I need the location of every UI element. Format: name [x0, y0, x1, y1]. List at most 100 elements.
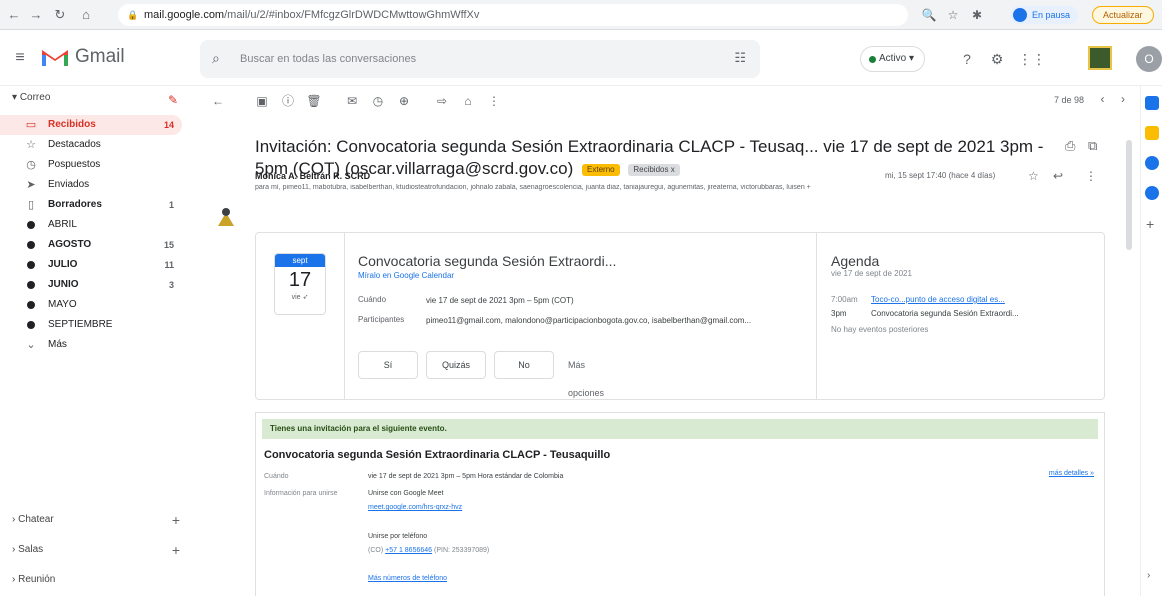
event-title: Convocatoria segunda Sesión Extraordi...: [358, 253, 617, 269]
gmail-header: ≡ Gmail ⌕ ☷ Activo ▾ ? ⚙ ⋮⋮ O: [0, 30, 1162, 86]
compose-pencil-icon[interactable]: ✎: [168, 90, 178, 110]
chat-section-header[interactable]: › Chatear +: [0, 510, 190, 530]
sidebar-item-label-junio[interactable]: JUNIO 3: [0, 275, 182, 295]
sidebar-item-snoozed[interactable]: ◷ Pospuestos: [0, 155, 182, 175]
rsvp-yes-button[interactable]: Sí: [358, 351, 418, 379]
sidebar-item-drafts[interactable]: ▯ Borradores 1: [0, 195, 182, 215]
zoom-icon[interactable]: 🔍: [920, 6, 938, 24]
url-path: /mail/u/2/#inbox/FMfcgzGlrDWDCMwttowGhmW…: [224, 9, 480, 21]
keep-app-icon[interactable]: [1145, 126, 1159, 140]
settings-gear-icon[interactable]: ⚙: [986, 48, 1008, 70]
agenda-row[interactable]: 7:00am Toco-co...punto de acceso digital …: [831, 295, 1005, 304]
add-addon-icon[interactable]: +: [1146, 216, 1154, 232]
label-dot-icon: [24, 295, 38, 316]
rooms-section-label: Salas: [18, 544, 44, 555]
star-icon[interactable]: ☆: [1028, 169, 1039, 183]
update-button[interactable]: Actualizar: [1092, 6, 1154, 24]
sidebar-item-label-septiembre[interactable]: SEPTIEMBRE: [0, 315, 182, 335]
add-to-tasks-icon[interactable]: ⊕: [395, 92, 413, 110]
mail-section-label: Correo: [19, 92, 51, 103]
draft-count: 1: [168, 200, 174, 210]
rooms-section-header[interactable]: › Salas +: [0, 540, 190, 560]
agenda-empty-note: No hay eventos posteriores: [831, 325, 929, 334]
back-icon[interactable]: ←: [4, 5, 24, 25]
rsvp-maybe-button[interactable]: Quizás: [426, 351, 486, 379]
expand-panel-icon[interactable]: ›: [1147, 570, 1150, 581]
meet-link[interactable]: meet.google.com/hrs-qrxz-hvz: [368, 504, 462, 511]
sender-avatar[interactable]: [215, 206, 237, 228]
divider: [816, 233, 817, 399]
add-chat-icon[interactable]: +: [172, 510, 180, 530]
phone-number-link[interactable]: +57 1 8656646: [385, 547, 432, 554]
calendar-day: 17: [288, 269, 312, 291]
invite-when-label: Cuándo: [264, 473, 289, 480]
view-in-calendar-link[interactable]: Míralo en Google Calendar: [358, 271, 454, 280]
mark-unread-icon[interactable]: ✉: [343, 92, 361, 110]
delete-icon[interactable]: 🗑: [305, 92, 323, 110]
move-to-icon[interactable]: ⇨: [433, 92, 451, 110]
meeting-section-header[interactable]: › Reunión: [0, 570, 190, 590]
add-room-icon[interactable]: +: [172, 540, 180, 560]
label-dot-icon: [24, 235, 38, 256]
sender-name[interactable]: Mónica A. Beltrán R. SCRD: [255, 171, 370, 181]
sidebar-item-label-agosto[interactable]: AGOSTO 15: [0, 235, 182, 255]
organization-logo[interactable]: [1088, 46, 1112, 70]
mail-section-header[interactable]: ▾ Correo ✎: [0, 88, 190, 108]
recipient-list[interactable]: para mí, pimeo11, mabotubra, isabelberth…: [255, 184, 1055, 191]
inbox-label-chip[interactable]: Recibidos x: [628, 163, 680, 176]
extension-icon[interactable]: ✱: [968, 6, 986, 24]
more-details-link[interactable]: más detalles »: [1049, 470, 1094, 477]
home-icon[interactable]: ⌂: [76, 5, 96, 25]
calendar-app-icon[interactable]: [1145, 96, 1159, 110]
search-input[interactable]: [240, 40, 700, 78]
search-options-icon[interactable]: ☷: [734, 50, 746, 66]
print-icon[interactable]: ⎙: [1065, 138, 1075, 154]
open-new-window-icon[interactable]: ⧉: [1088, 138, 1097, 154]
sidebar-item-starred[interactable]: ☆ Destacados: [0, 135, 182, 155]
sidebar-item-label: ABRIL: [48, 219, 77, 230]
agenda-row[interactable]: 3pm Convocatoria segunda Sesión Extraordi…: [831, 309, 1019, 318]
star-icon: ☆: [26, 139, 36, 151]
more-phone-numbers-link[interactable]: Más números de teléfono: [368, 575, 447, 582]
tasks-app-icon[interactable]: [1145, 156, 1159, 170]
when-value: vie 17 de sept de 2021 3pm – 5pm (COT): [426, 296, 574, 305]
sidebar-item-more[interactable]: ⌄ Más: [0, 335, 182, 355]
sidebar-item-inbox[interactable]: ▭ Recibidos 14: [0, 115, 182, 135]
rsvp-more-options[interactable]: Más opciones: [568, 351, 604, 398]
more-actions-icon[interactable]: ⋮: [485, 92, 503, 110]
report-spam-icon[interactable]: ⓘ: [279, 92, 297, 110]
apps-grid-icon[interactable]: ⋮⋮: [1018, 48, 1046, 70]
sidebar-item-label-mayo[interactable]: MAYO: [0, 295, 182, 315]
invitation-title: Convocatoria segunda Sesión Extraordinar…: [264, 449, 611, 461]
chevron-left-icon[interactable]: ‹: [1100, 92, 1104, 106]
search-bar: ⌕ ☷: [200, 40, 760, 78]
sidebar-item-label-abril[interactable]: ABRIL: [0, 215, 182, 235]
gmail-logo-icon[interactable]: [40, 46, 70, 68]
help-icon[interactable]: ?: [956, 48, 978, 70]
chevron-right-icon[interactable]: ›: [1121, 92, 1125, 106]
profile-button[interactable]: En pausa: [1010, 6, 1079, 24]
label-count: 11: [164, 260, 174, 270]
account-avatar[interactable]: O: [1136, 46, 1162, 72]
snooze-icon[interactable]: ◷: [369, 92, 387, 110]
bookmark-star-icon[interactable]: ☆: [944, 6, 962, 24]
archive-icon[interactable]: ▣: [253, 92, 271, 110]
sidebar-item-sent[interactable]: ➤ Enviados: [0, 175, 182, 195]
sidebar-item-label-julio[interactable]: JULIO 11: [0, 255, 182, 275]
main-menu-icon[interactable]: ≡: [10, 48, 30, 68]
calendar-date-tile: sept 17 vie ➶: [274, 253, 326, 315]
search-icon[interactable]: ⌕: [212, 50, 220, 67]
rsvp-no-button[interactable]: No: [494, 351, 554, 379]
status-dropdown[interactable]: Activo ▾: [860, 46, 926, 72]
label-count: 15: [163, 240, 174, 250]
reply-icon[interactable]: ↩: [1053, 169, 1063, 183]
more-options-icon[interactable]: ⋮: [1085, 169, 1097, 183]
labels-icon[interactable]: ⌂: [459, 92, 477, 110]
participants-value[interactable]: pimeo11@gmail.com, malondono@participaci…: [426, 315, 806, 327]
address-bar[interactable]: 🔒 mail.google.com/mail/u/2/#inbox/FMfcgz…: [118, 4, 908, 26]
back-to-inbox-icon[interactable]: ←: [209, 92, 227, 110]
contacts-app-icon[interactable]: [1145, 186, 1159, 200]
forward-icon[interactable]: →: [26, 5, 46, 25]
scrollbar[interactable]: [1126, 140, 1132, 250]
reload-icon[interactable]: ↻: [50, 5, 70, 25]
